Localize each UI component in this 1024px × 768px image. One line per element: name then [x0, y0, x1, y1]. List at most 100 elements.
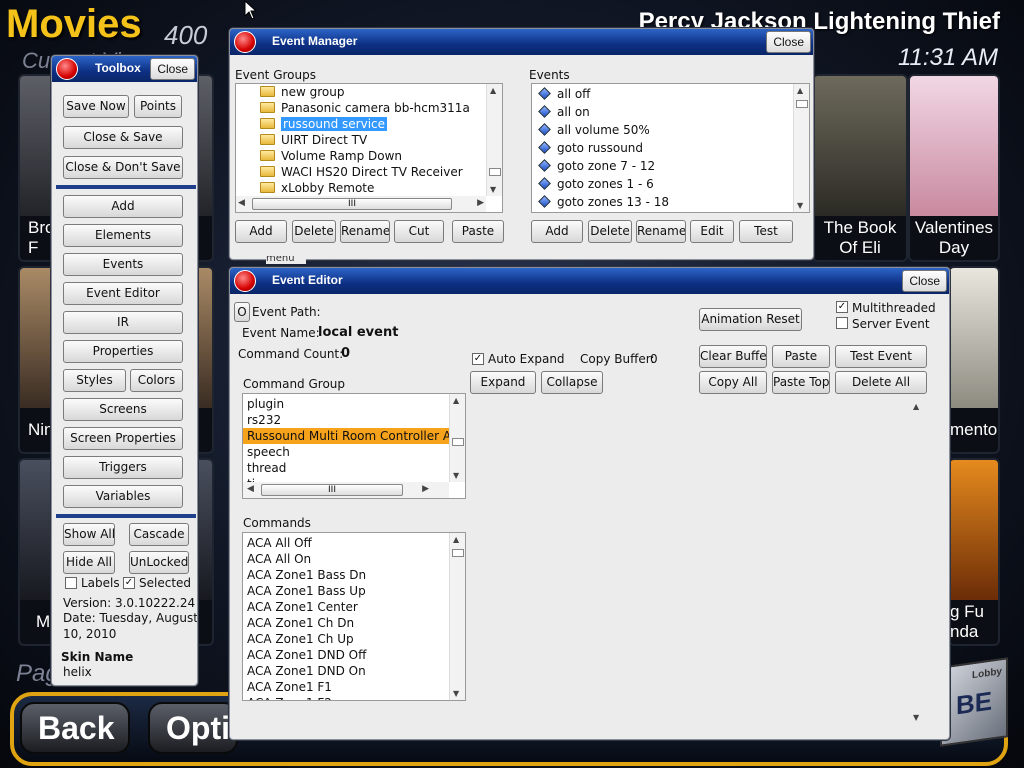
scroll-thumb[interactable]: III	[261, 484, 403, 496]
command-group-item[interactable]: plugin	[243, 396, 465, 412]
movie-tile[interactable]: g Fu nda	[948, 458, 1000, 646]
event-rename-button[interactable]: Rename	[636, 220, 686, 243]
vertical-scrollbar[interactable]: ▲ ▼	[486, 84, 502, 196]
event-group-item[interactable]: Volume Ramp Down	[256, 148, 502, 164]
command-group-item[interactable]: rs232	[243, 412, 465, 428]
scroll-thumb[interactable]: III	[252, 198, 452, 210]
event-item[interactable]: all on	[532, 104, 809, 122]
scroll-thumb[interactable]	[452, 438, 464, 446]
group-add-button[interactable]: Add	[235, 220, 287, 243]
labels-checkbox[interactable]	[65, 577, 77, 589]
scroll-thumb[interactable]	[489, 168, 501, 176]
event-item[interactable]: all volume 50%	[532, 122, 809, 140]
toolbox-event-editor-button[interactable]: Event Editor	[63, 282, 183, 305]
toolbox-screens-button[interactable]: Screens	[63, 398, 183, 421]
scroll-left-icon[interactable]: ◀	[238, 198, 245, 208]
toolbox-events-button[interactable]: Events	[63, 253, 183, 276]
scroll-right-icon[interactable]: ▶	[477, 198, 484, 208]
scroll-up-icon[interactable]: ▲	[797, 86, 803, 95]
commands-list[interactable]: ACA All Off ACA All On ACA Zone1 Bass Dn AC…	[242, 532, 466, 701]
toolbox-add-button[interactable]: Add	[63, 195, 183, 218]
group-rename-button[interactable]: Rename	[340, 220, 390, 243]
event-group-item[interactable]: Panasonic camera bb-hcm311a	[256, 100, 502, 116]
paste-top-button[interactable]: Paste Top	[772, 371, 830, 394]
horizontal-scrollbar[interactable]: ◀ III ▶	[243, 482, 449, 498]
event-group-item[interactable]: russound service	[256, 116, 502, 132]
toolbox-screen-properties-button[interactable]: Screen Properties	[63, 427, 183, 450]
animation-reset-button[interactable]: Animation Reset	[699, 308, 802, 331]
event-item[interactable]: goto zones 13 - 18	[532, 194, 809, 212]
scroll-up-icon[interactable]: ▲	[453, 396, 459, 405]
close-button[interactable]: Close	[766, 31, 811, 53]
save-now-button[interactable]: Save Now	[63, 95, 129, 118]
group-paste-button[interactable]: Paste	[452, 220, 504, 243]
delete-all-button[interactable]: Delete All	[835, 371, 927, 394]
event-item[interactable]: all off	[532, 86, 809, 104]
window-orb-icon[interactable]	[234, 270, 256, 292]
event-editor-titlebar[interactable]: Event Editor Close	[230, 268, 949, 294]
toolbox-styles-button[interactable]: Styles	[63, 369, 126, 392]
server-event-checkbox[interactable]	[836, 317, 848, 329]
command-group-list[interactable]: plugin rs232 Russound Multi Room Controlle…	[242, 393, 466, 499]
test-event-button[interactable]: Test Event	[835, 345, 927, 368]
scroll-down-icon[interactable]: ▼	[913, 713, 919, 722]
toolbox-variables-button[interactable]: Variables	[63, 485, 183, 508]
event-groups-list[interactable]: new group Panasonic camera bb-hcm311a russ…	[235, 83, 503, 213]
scroll-down-icon[interactable]: ▼	[490, 185, 496, 194]
command-group-item[interactable]: Russound Multi Room Controller ACA	[243, 428, 465, 444]
event-delete-button[interactable]: Delete	[588, 220, 632, 243]
group-delete-button[interactable]: Delete	[292, 220, 336, 243]
scroll-up-icon[interactable]: ▲	[453, 535, 459, 544]
show-all-button[interactable]: Show All	[63, 523, 115, 546]
window-orb-icon[interactable]	[234, 31, 256, 53]
command-item[interactable]: ACA All On	[243, 551, 465, 567]
event-edit-button[interactable]: Edit	[690, 220, 734, 243]
toolbox-titlebar[interactable]: Toolbox Close	[52, 56, 197, 82]
command-item[interactable]: ACA Zone1 F1	[243, 679, 465, 695]
event-group-item[interactable]: xLobby Remote	[256, 180, 502, 196]
event-test-button[interactable]: Test	[739, 220, 793, 243]
command-item[interactable]: ACA Zone1 Center	[243, 599, 465, 615]
scroll-right-icon[interactable]: ▶	[422, 484, 429, 494]
command-item[interactable]: ACA Zone1 Bass Dn	[243, 567, 465, 583]
event-group-item[interactable]: new group	[256, 84, 502, 100]
command-item[interactable]: ACA Zone1 Ch Up	[243, 631, 465, 647]
hide-all-button[interactable]: Hide All	[63, 551, 115, 574]
scroll-down-icon[interactable]: ▼	[453, 689, 459, 698]
event-item[interactable]: goto zones 1 - 6	[532, 176, 809, 194]
paste-button[interactable]: Paste	[772, 345, 830, 368]
cascade-button[interactable]: Cascade	[129, 523, 189, 546]
scroll-up-icon[interactable]: ▲	[913, 402, 919, 411]
copy-all-button[interactable]: Copy All	[699, 371, 767, 394]
toolbox-elements-button[interactable]: Elements	[63, 224, 183, 247]
movie-tile[interactable]: The Book Of Eli	[812, 74, 908, 262]
o-button[interactable]: O	[234, 302, 250, 322]
scroll-up-icon[interactable]: ▲	[490, 86, 496, 95]
toolbox-triggers-button[interactable]: Triggers	[63, 456, 183, 479]
events-list[interactable]: all off all on all volume 50% goto russound…	[531, 83, 810, 213]
clear-buffer-button[interactable]: Clear Buffer	[699, 345, 767, 368]
vertical-scrollbar[interactable]: ▲ ▼	[793, 84, 809, 212]
event-group-item[interactable]: WACI HS20 Direct TV Receiver	[256, 164, 502, 180]
group-cut-button[interactable]: Cut	[394, 220, 444, 243]
selected-checkbox[interactable]: ✓	[123, 577, 135, 589]
toolbox-colors-button[interactable]: Colors	[130, 369, 183, 392]
event-manager-titlebar[interactable]: Event Manager Close	[230, 29, 813, 55]
options-button[interactable]: Opti	[148, 702, 238, 754]
vertical-scrollbar[interactable]: ▲ ▼	[449, 394, 465, 482]
unlocked-button[interactable]: UnLocked	[129, 551, 189, 574]
command-item[interactable]: ACA Zone1 F2	[243, 695, 465, 700]
collapse-button[interactable]: Collapse	[541, 371, 603, 394]
event-group-item[interactable]: UIRT Direct TV	[256, 132, 502, 148]
event-add-button[interactable]: Add	[531, 220, 583, 243]
scroll-down-icon[interactable]: ▼	[453, 471, 459, 480]
command-group-item[interactable]: speech	[243, 444, 465, 460]
command-item[interactable]: ACA All Off	[243, 535, 465, 551]
toolbox-properties-button[interactable]: Properties	[63, 340, 183, 363]
command-group-item[interactable]: thread	[243, 460, 465, 476]
multithreaded-checkbox[interactable]: ✓	[836, 301, 848, 313]
horizontal-scrollbar[interactable]: ◀ III ▶	[236, 196, 486, 212]
movie-tile[interactable]: Valentines Day	[908, 74, 1000, 262]
scroll-thumb[interactable]	[452, 549, 464, 557]
auto-expand-checkbox[interactable]: ✓	[472, 353, 484, 365]
